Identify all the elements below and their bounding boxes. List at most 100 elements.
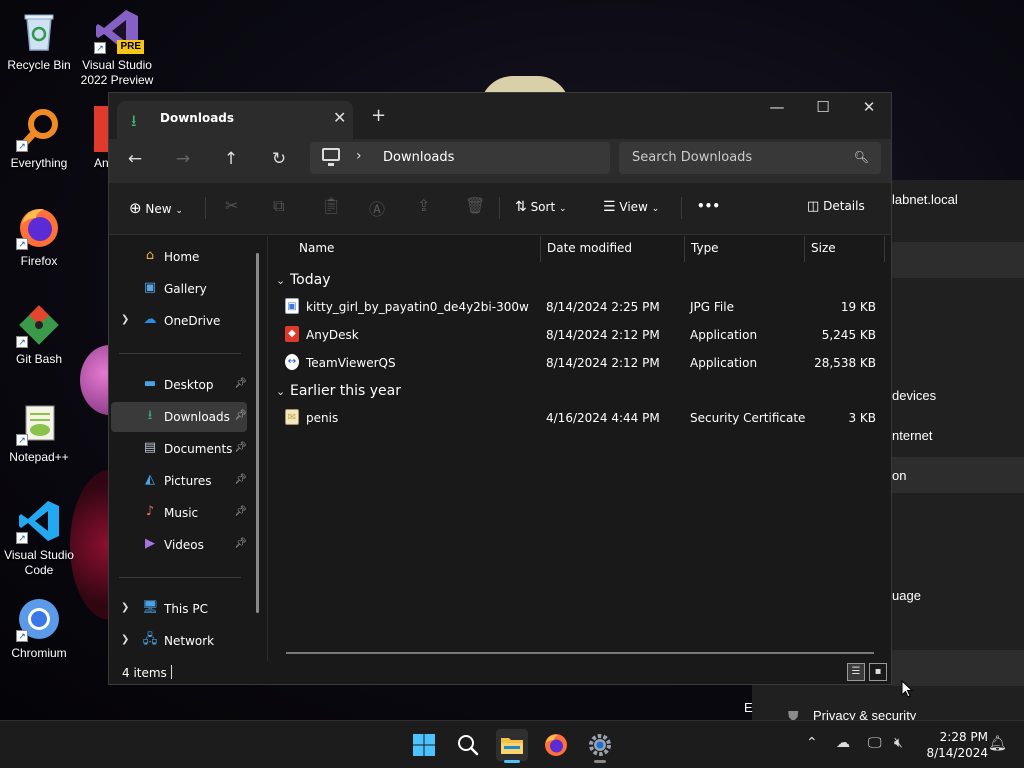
group-header-earlier-this-year[interactable]: ⌄ Earlier this year: [276, 383, 401, 399]
column-divider[interactable]: [540, 236, 541, 262]
expand-chevron-icon[interactable]: ❯: [121, 634, 129, 645]
desktop-icon-partial[interactable]: An: [78, 106, 108, 171]
tiles-view-icon[interactable]: ▪: [869, 663, 887, 681]
minimize-icon[interactable]: —: [754, 98, 800, 116]
more-options-icon[interactable]: •••: [697, 199, 720, 213]
view-button[interactable]: ☰ View ⌄: [603, 199, 659, 215]
taskbar-file-explorer[interactable]: [496, 729, 528, 763]
desktop-icon-git-bash[interactable]: ↗ Git Bash: [0, 302, 78, 367]
table-row[interactable]: ▣ kitty_girl_by_payatin0_de4y2bi-300w 8/…: [280, 294, 880, 320]
desktop-icon-label: Git Bash: [15, 352, 63, 366]
command-bar: ⊕ New ⌄ ✂ ⧉ 📋︎ Ⓐ ⇪ 🗑︎ ⇅ Sort ⌄ ☰ View ⌄ …: [109, 183, 891, 235]
sidebar-item-this-pc[interactable]: ❯ 🖥︎ This PC: [111, 594, 247, 624]
settings-item-internet[interactable]: nternet: [892, 428, 932, 443]
sidebar-item-documents[interactable]: ▤ Documents 📌︎: [111, 434, 247, 464]
desktop-icon-visual-studio-preview[interactable]: PRE ↗ Visual Studio 2022 Preview: [78, 8, 156, 88]
column-header-type[interactable]: Type: [691, 241, 719, 261]
pin-icon[interactable]: 📌︎: [234, 442, 247, 453]
settings-item-devices[interactable]: devices: [892, 388, 936, 403]
tab-downloads[interactable]: ⭳ Downloads ✕: [117, 101, 353, 139]
settings-item-personalization[interactable]: on: [892, 468, 906, 483]
cut-icon[interactable]: ✂: [225, 196, 238, 215]
file-date: 8/14/2024 2:12 PM: [546, 356, 660, 370]
column-divider[interactable]: [804, 236, 805, 262]
close-tab-icon[interactable]: ✕: [333, 108, 346, 127]
sidebar-item-label: Network: [164, 634, 215, 648]
start-button[interactable]: [408, 729, 440, 761]
navigation-pane: ⌂ Home ▣ Gallery ❯ ☁ OneDrive ▬ Desktop …: [109, 236, 267, 661]
search-input[interactable]: Search Downloads: [632, 150, 752, 165]
onedrive-offline-icon[interactable]: ☁: [836, 735, 850, 751]
settings-item-language[interactable]: uage: [892, 588, 921, 603]
column-header-date[interactable]: Date modified: [547, 241, 632, 261]
column-header-name[interactable]: Name: [299, 241, 334, 261]
desktop-icon-vscode[interactable]: ↗ Visual Studio Code: [0, 498, 78, 578]
table-row[interactable]: ◆ AnyDesk 8/14/2024 2:12 PM Application …: [280, 322, 880, 348]
delete-icon[interactable]: 🗑︎: [465, 196, 485, 215]
group-label: Today: [290, 272, 331, 288]
group-label: Earlier this year: [290, 383, 402, 399]
new-tab-icon[interactable]: +: [371, 105, 386, 126]
column-divider[interactable]: [684, 236, 685, 262]
new-button[interactable]: ⊕ New ⌄: [129, 199, 183, 217]
chevron-right-icon[interactable]: ›: [356, 148, 362, 164]
sidebar-item-videos[interactable]: ▶ Videos 📌︎: [111, 530, 247, 560]
sidebar-item-network[interactable]: ❯ 🖧︎ Network: [111, 626, 247, 656]
group-header-today[interactable]: ⌄ Today: [276, 272, 331, 288]
share-icon[interactable]: ⇪: [417, 196, 430, 215]
search-box[interactable]: Search Downloads 🔍︎: [619, 142, 881, 174]
forward-arrow-icon[interactable]: →: [171, 149, 195, 169]
desktop-icon-firefox[interactable]: ↗ Firefox: [0, 204, 78, 269]
back-arrow-icon[interactable]: ←: [123, 149, 147, 169]
desktop-icon-recycle-bin[interactable]: Recycle Bin: [0, 8, 78, 73]
rename-icon[interactable]: Ⓐ: [369, 196, 385, 220]
table-row[interactable]: ✉ penis 4/16/2024 4:44 PM Security Certi…: [280, 405, 880, 431]
address-path[interactable]: Downloads: [383, 150, 454, 165]
sidebar-item-downloads[interactable]: ⭳ Downloads 📌︎: [111, 402, 247, 432]
sidebar-item-pictures[interactable]: ◭ Pictures 📌︎: [111, 466, 247, 496]
sidebar-item-gallery[interactable]: ▣ Gallery: [111, 274, 247, 304]
pin-icon[interactable]: 📌︎: [234, 410, 247, 421]
horizontal-scrollbar[interactable]: [286, 652, 874, 654]
address-bar[interactable]: › Downloads: [310, 142, 610, 174]
details-button[interactable]: ◫ Details: [807, 199, 865, 214]
paste-icon[interactable]: 📋︎: [321, 196, 341, 215]
maximize-icon[interactable]: ☐: [800, 98, 846, 116]
column-header-size[interactable]: Size: [811, 241, 836, 261]
taskbar-firefox[interactable]: [540, 729, 572, 761]
desktop-icon-everything[interactable]: ↗ Everything: [0, 106, 78, 171]
title-bar[interactable]: ⭳ Downloads ✕ + — ☐ ✕: [109, 93, 891, 139]
expand-chevron-icon[interactable]: ❯: [121, 314, 129, 325]
sidebar-scrollbar[interactable]: [256, 253, 259, 613]
sort-button[interactable]: ⇅ Sort ⌄: [515, 199, 567, 215]
up-arrow-icon[interactable]: ↑: [219, 149, 243, 169]
system-clock[interactable]: 2:28 PM 8/14/2024: [918, 729, 988, 761]
desktop-icon-notepad-plus-plus[interactable]: ↗ Notepad++: [0, 400, 78, 465]
taskbar-search-button[interactable]: [452, 729, 484, 761]
show-hidden-icons-chevron-icon[interactable]: ⌃: [806, 735, 818, 751]
network-display-icon[interactable]: 🖵︎: [868, 735, 882, 751]
notification-bell-icon[interactable]: 🔔︎: [988, 734, 1007, 752]
column-divider[interactable]: [884, 236, 885, 262]
file-size: 5,245 KB: [821, 328, 876, 342]
close-window-icon[interactable]: ✕: [846, 98, 892, 116]
sidebar-item-desktop[interactable]: ▬ Desktop 📌︎: [111, 370, 247, 400]
volume-muted-icon[interactable]: 🔇︎: [894, 735, 903, 751]
sidebar-item-label: Home: [164, 250, 200, 264]
taskbar-settings[interactable]: [584, 729, 616, 763]
desktop-icon-chromium[interactable]: ↗ Chromium: [0, 596, 78, 661]
pin-icon[interactable]: 📌︎: [234, 378, 247, 389]
file-name: TeamViewerQS: [306, 356, 396, 370]
music-folder-icon: ♪: [145, 504, 155, 519]
sidebar-item-onedrive[interactable]: ❯ ☁ OneDrive: [111, 306, 247, 336]
details-view-icon[interactable]: ☰: [847, 663, 865, 681]
copy-icon[interactable]: ⧉: [273, 196, 284, 216]
table-row[interactable]: ↔ TeamViewerQS 8/14/2024 2:12 PM Applica…: [280, 350, 880, 376]
pin-icon[interactable]: 📌︎: [234, 474, 247, 485]
pin-icon[interactable]: 📌︎: [234, 538, 247, 549]
sidebar-item-home[interactable]: ⌂ Home: [111, 242, 247, 272]
expand-chevron-icon[interactable]: ❯: [121, 602, 129, 613]
sidebar-item-music[interactable]: ♪ Music 📌︎: [111, 498, 247, 528]
refresh-icon[interactable]: ↻: [267, 149, 291, 169]
pin-icon[interactable]: 📌︎: [234, 506, 247, 517]
